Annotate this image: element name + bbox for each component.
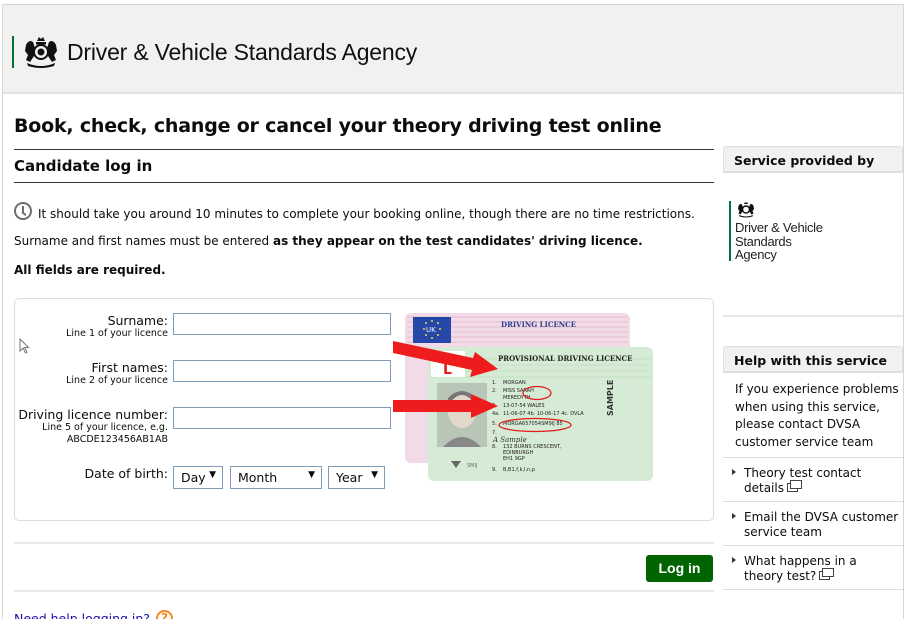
dropdown-arrow-icon: ▼ [209, 470, 216, 480]
bullet-arrow-icon [732, 557, 736, 563]
section-title: Candidate log in [14, 157, 153, 175]
new-window-icon [786, 480, 802, 492]
brand-bar [729, 201, 731, 261]
provider-name-line: Standards [735, 233, 792, 249]
page-frame: Driver & Vehicle Standards Agency Book, … [2, 4, 904, 619]
help-link-label[interactable]: Theory test contact details [744, 466, 861, 495]
dob-year-select[interactable]: Year ▼ [328, 466, 385, 489]
bullet-arrow-icon [732, 469, 736, 475]
names-note-prefix: Surname and first names must be entered [14, 234, 273, 248]
service-provided-panel: Service provided by Driver & Vehicle Sta… [723, 146, 903, 317]
first-names-hint: Line 2 of your licence [66, 375, 168, 386]
licence-line-number: 2. [492, 388, 497, 394]
service-provided-title: Service provided by [723, 146, 903, 173]
royal-crest-icon [738, 202, 754, 218]
licence-line-number: 4a. [492, 411, 500, 417]
dob-day-value: Day [181, 470, 206, 485]
licence-line-text: B,B1,f,k,l,n,p [503, 467, 535, 473]
divider-above-button [14, 542, 714, 544]
time-note-text: It should take you around 10 minutes to … [38, 207, 695, 221]
page-title: Book, check, change or cancel your theor… [14, 115, 662, 137]
licence-line-text: EH1 9GP [503, 456, 525, 462]
licence-line-number: 9. [492, 467, 497, 473]
help-link-label[interactable]: What happens in a theory test? [744, 554, 857, 583]
flag-uk-text: UK [426, 326, 436, 334]
licence-line-text: MORGA657054SM9IJ 85 [503, 421, 563, 427]
help-panel: Help with this service If you experience… [723, 346, 903, 590]
log-in-button[interactable]: Log in [646, 555, 713, 582]
licence-line-text: MISS SARAH [503, 388, 534, 394]
help-question-icon[interactable]: ? [155, 610, 173, 619]
licence-line-text: 13-07-54 WALES [503, 403, 545, 409]
dob-month-select[interactable]: Month ▼ [230, 466, 322, 489]
agency-name: Driver & Vehicle Standards Agency [67, 39, 418, 65]
dob-label: Date of birth: [84, 466, 168, 481]
dob-day-select[interactable]: Day ▼ [173, 466, 223, 489]
time-note: It should take you around 10 minutes to … [14, 202, 714, 221]
surname-label: Surname: [107, 313, 168, 328]
section-divider [14, 182, 714, 183]
help-link-theory-contact[interactable]: Theory test contact details [723, 457, 903, 501]
need-help-text[interactable]: Need help logging in? [14, 611, 150, 619]
divider-below-button [14, 590, 714, 592]
help-link-what-happens[interactable]: What happens in a theory test? [723, 545, 903, 590]
names-note-bold: as they appear on the test candidates' d… [272, 234, 643, 248]
main-content: Book, check, change or cancel your theor… [14, 101, 714, 619]
first-names-input[interactable] [173, 360, 391, 382]
back-card-title: DRIVING LICENCE [501, 320, 576, 329]
licence-number-example: ABCDE123456AB1AB [66, 434, 168, 445]
site-header: Driver & Vehicle Standards Agency [3, 5, 903, 94]
provider-name-line: Agency [735, 247, 777, 262]
required-note: All fields are required. [14, 263, 166, 277]
dropdown-arrow-icon: ▼ [371, 470, 378, 480]
dropdown-arrow-icon: ▼ [308, 470, 315, 480]
provider-name: Driver & Vehicle Standards Agency [735, 221, 823, 262]
help-text: If you experience problems when using th… [735, 382, 899, 449]
licence-number-input[interactable] [173, 407, 391, 429]
login-form: Surname: Line 1 of your licence First na… [14, 298, 714, 521]
help-title: Help with this service [723, 346, 903, 373]
brand-bar [12, 36, 14, 68]
names-note: Surname and first names must be entered … [14, 234, 714, 248]
licence-line-text: MORGAN [503, 380, 526, 386]
bullet-arrow-icon [732, 513, 736, 519]
licence-line-number: 1. [492, 380, 497, 386]
sidebar-divider [723, 315, 903, 317]
sample-licence-image: UK DRIVING LICENCE PROVISIONAL L PROVISI… [393, 313, 653, 481]
licence-number-label: Driving licence number: [18, 407, 168, 422]
surname-input[interactable] [173, 313, 391, 335]
royal-crest-icon [25, 37, 57, 68]
dob-year-value: Year [336, 470, 363, 485]
first-names-label: First names: [91, 360, 168, 375]
need-help-link[interactable]: Need help logging in? ? [14, 610, 173, 619]
licence-line-number: 5. [492, 421, 497, 427]
dob-month-value: Month [238, 470, 278, 485]
clock-icon [14, 202, 32, 220]
front-card-title: PROVISIONAL DRIVING LICENCE [498, 354, 632, 363]
provider-logo: Driver & Vehicle Standards Agency [723, 173, 903, 293]
help-link-label[interactable]: Email the DVSA customer service team [744, 510, 898, 539]
signature: A Sample [492, 436, 527, 444]
sample-watermark: SAMPLE [606, 380, 615, 416]
svg-text:SMIJ: SMIJ [467, 463, 477, 469]
surname-hint: Line 1 of your licence [66, 328, 168, 339]
mouse-cursor-icon [19, 338, 30, 354]
provider-name-line: Driver & Vehicle [735, 220, 823, 235]
licence-number-hint: Line 5 of your licence, e.g. [42, 422, 168, 433]
licence-line-number: 8. [492, 444, 497, 450]
licence-line-text: 11-06-07 4b. 10-06-17 4c. DVLA [503, 411, 584, 417]
new-window-icon [819, 568, 835, 580]
help-link-email-dvsa[interactable]: Email the DVSA customer service team [723, 501, 903, 545]
